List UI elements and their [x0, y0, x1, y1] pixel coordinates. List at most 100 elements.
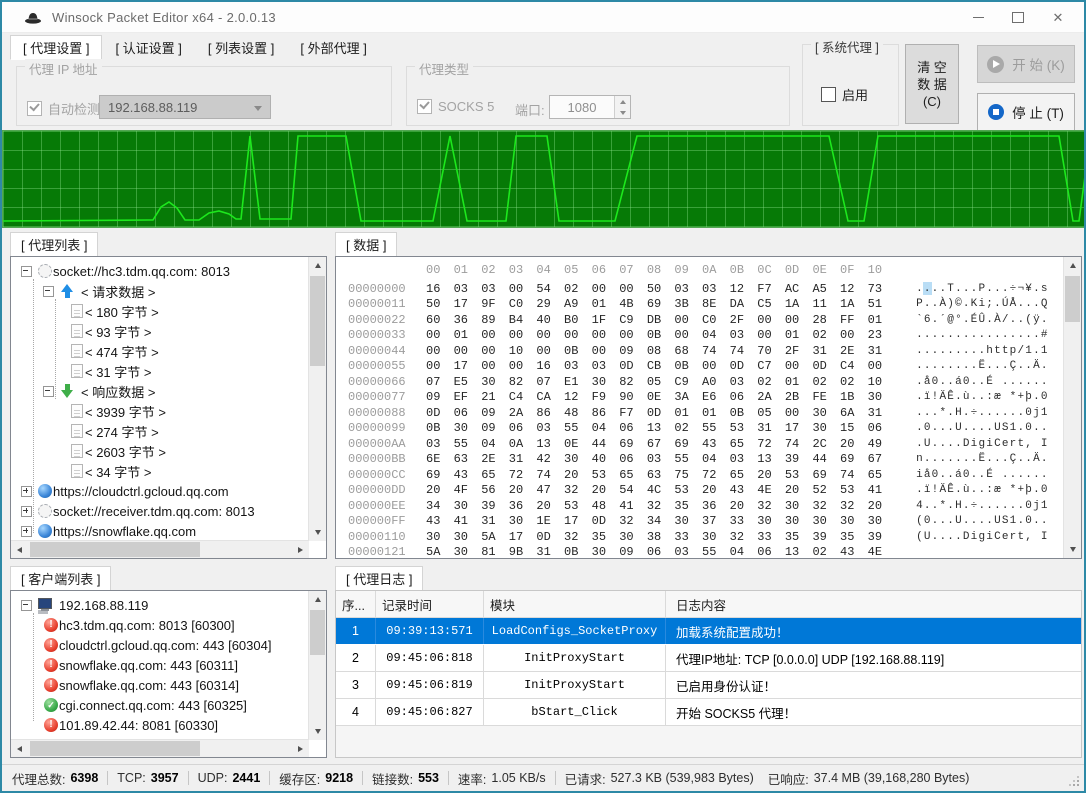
tree-item-packet[interactable]: < 180 字节 >: [13, 301, 307, 321]
tab-proxy-settings[interactable]: [ 代理设置 ]: [10, 35, 103, 60]
proxy-tree-vscrollbar[interactable]: [308, 257, 326, 541]
proxy-tree-hscrollbar[interactable]: [11, 540, 309, 558]
checkbox-icon: [821, 87, 836, 102]
scroll-up-icon[interactable]: [309, 591, 326, 608]
hex-row[interactable]: 00000077 09 EF 21 C4 CA 12 F9 90 0E 3A E6…: [336, 390, 1063, 406]
tree-item-packet[interactable]: < 2603 字节 >: [13, 441, 307, 461]
hex-row[interactable]: 00000055 00 17 00 00 16 03 03 0D CB 0B 00…: [336, 359, 1063, 375]
tree-item-cloudctrl[interactable]: https://cloudctrl.gcloud.qq.com: [13, 481, 307, 501]
tree-item-snowflake[interactable]: https://snowflake.qq.com: [13, 521, 307, 539]
expand-icon[interactable]: [21, 525, 32, 537]
status-rate: 速率: 1.05 KB/s: [457, 771, 546, 787]
minimize-button[interactable]: [958, 2, 998, 32]
client-tree-hscrollbar[interactable]: [11, 739, 309, 757]
tree-item-connection[interactable]: ! 101.89.42.44: 8081 [60330]: [13, 715, 307, 735]
tree-item-connection[interactable]: ✓ cgi.connect.qq.com: 443 [60325]: [13, 695, 307, 715]
resize-grip-icon[interactable]: [1077, 784, 1079, 786]
data-tab[interactable]: [ 数据 ]: [335, 232, 398, 256]
log-table: 序... 记录时间 模块 日志内容 1 09:39:13:571 LoadCon…: [336, 591, 1081, 757]
tree-item-connection[interactable]: ! cloudctrl.gcloud.qq.com: 443 [60304]: [13, 635, 307, 655]
scroll-up-icon[interactable]: [309, 257, 326, 274]
col-module[interactable]: 模块: [484, 591, 666, 617]
maximize-button[interactable]: [998, 2, 1038, 32]
hex-row[interactable]: 000000DD 20 4F 56 20 47 32 20 54 4C 53 20…: [336, 483, 1063, 499]
status-separator: [447, 771, 449, 785]
packet-icon: [71, 344, 83, 358]
tree-item-packet[interactable]: < 3939 字节 >: [13, 401, 307, 421]
expand-icon[interactable]: [21, 485, 32, 497]
hex-row[interactable]: 00000066 07 E5 30 82 07 E1 30 82 05 C9 A0…: [336, 374, 1063, 390]
hex-row[interactable]: 00000011 50 17 9F C0 29 A9 01 4B 69 3B 8E…: [336, 297, 1063, 313]
close-button[interactable]: ✕: [1038, 2, 1078, 32]
tree-item-packet[interactable]: < 93 字节 >: [13, 321, 307, 341]
stop-button[interactable]: 停 止 (T): [977, 93, 1075, 131]
tree-item-socket-hc3[interactable]: socket://hc3.tdm.qq.com: 8013: [13, 261, 307, 281]
tree-item-client-root[interactable]: 192.168.88.119: [13, 595, 307, 615]
hex-row[interactable]: 000000BB 6E 63 2E 31 42 30 40 06 03 55 04…: [336, 452, 1063, 468]
hex-row[interactable]: 00000000 16 03 03 00 54 02 00 00 50 03 03…: [336, 281, 1063, 297]
tree-item-response-data[interactable]: < 响应数据 >: [13, 381, 307, 401]
log-row[interactable]: 3 09:45:06:819 InitProxyStart 已启用身份认证！: [336, 672, 1081, 699]
hex-row[interactable]: 00000044 00 00 00 10 00 0B 00 09 08 68 74…: [336, 343, 1063, 359]
log-row[interactable]: 2 09:45:06:818 InitProxyStart 代理IP地址: TC…: [336, 645, 1081, 672]
tab-auth-settings[interactable]: [ 认证设置 ]: [102, 35, 194, 60]
col-time[interactable]: 记录时间: [376, 591, 484, 617]
tab-external-proxy[interactable]: [ 外部代理 ]: [287, 35, 379, 60]
hex-row[interactable]: 000000EE 34 30 39 36 20 53 48 41 32 35 36…: [336, 498, 1063, 514]
scroll-left-icon[interactable]: [11, 740, 28, 757]
hex-viewer[interactable]: 00 01 02 03 04 05 06 07 08 09 0A 0B 0C 0…: [336, 257, 1063, 558]
settings-tab-strip: [ 代理设置 ] [ 认证设置 ] [ 列表设置 ] [ 外部代理 ]: [10, 35, 380, 60]
proxy-ip-combobox: 192.168.88.119: [99, 95, 271, 119]
proxy-log-tab[interactable]: [ 代理日志 ]: [335, 566, 424, 590]
scroll-right-icon[interactable]: [292, 740, 309, 757]
hex-row[interactable]: 00000121 5A 30 81 9B 31 0B 30 09 06 03 55…: [336, 545, 1063, 558]
hex-row[interactable]: 000000CC 69 43 65 72 74 20 53 65 63 75 72…: [336, 467, 1063, 483]
system-proxy-enable-checkbox[interactable]: 启用: [821, 85, 868, 104]
collapse-icon[interactable]: [43, 385, 54, 397]
tree-item-packet[interactable]: < 31 字节 >: [13, 361, 307, 381]
client-tree-vscrollbar[interactable]: [308, 591, 326, 740]
collapse-icon[interactable]: [21, 265, 32, 277]
proxy-log-box: 序... 记录时间 模块 日志内容 1 09:39:13:571 LoadCon…: [335, 590, 1082, 758]
tab-list-settings[interactable]: [ 列表设置 ]: [195, 35, 287, 60]
hex-row[interactable]: 00000110 30 30 5A 17 0D 32 35 30 38 33 30…: [336, 529, 1063, 545]
tree-item-receiver[interactable]: socket://receiver.tdm.qq.com: 8013: [13, 501, 307, 521]
log-row[interactable]: 1 09:39:13:571 LoadConfigs_SocketProxy 加…: [336, 618, 1081, 645]
scroll-down-icon[interactable]: [1064, 541, 1081, 558]
collapse-icon[interactable]: [21, 599, 32, 611]
title-bar: Winsock Packet Editor x64 - 2.0.0.13 ✕: [2, 2, 1084, 33]
hex-row[interactable]: 00000088 0D 06 09 2A 86 48 86 F7 0D 01 01…: [336, 405, 1063, 421]
hex-row[interactable]: 00000099 0B 30 09 06 03 55 04 06 13 02 55…: [336, 421, 1063, 437]
tree-item-packet[interactable]: < 34 字节 >: [13, 461, 307, 481]
computer-icon: [37, 597, 53, 613]
collapse-icon[interactable]: [43, 285, 54, 297]
hex-vscrollbar[interactable]: [1063, 257, 1081, 558]
scroll-left-icon[interactable]: [11, 541, 28, 558]
tree-item-connection[interactable]: ! snowflake.qq.com: 443 [60314]: [13, 675, 307, 695]
port-value: 1080: [567, 99, 597, 115]
clear-data-button[interactable]: 清 空 数 据 (C): [905, 44, 959, 124]
hex-row[interactable]: 00000033 00 01 00 00 00 00 00 00 0B 00 04…: [336, 328, 1063, 344]
expand-icon[interactable]: [21, 505, 32, 517]
scroll-down-icon[interactable]: [309, 524, 326, 541]
scroll-down-icon[interactable]: [309, 723, 326, 740]
proxy-ip-group: 代理 IP 地址 自动检测 192.168.88.119: [16, 59, 392, 126]
tree-item-packet[interactable]: < 274 字节 >: [13, 421, 307, 441]
client-list-tab[interactable]: [ 客户端列表 ]: [10, 566, 112, 590]
tree-item-packet[interactable]: < 474 字节 >: [13, 341, 307, 361]
proxy-type-group: 代理类型 SOCKS 5 端口: 1080: [406, 59, 790, 126]
hex-row[interactable]: 000000AA 03 55 04 0A 13 0E 44 69 67 69 43…: [336, 436, 1063, 452]
hex-row[interactable]: 00000022 60 36 89 B4 40 B0 1F C9 DB 00 C0…: [336, 312, 1063, 328]
scroll-right-icon[interactable]: [292, 541, 309, 558]
proxy-list-tab[interactable]: [ 代理列表 ]: [10, 232, 99, 256]
checkbox-icon: [27, 101, 42, 116]
start-button: 开 始 (K): [977, 45, 1075, 83]
hex-row[interactable]: 000000FF 43 41 31 30 1E 17 0D 32 34 30 37…: [336, 514, 1063, 530]
col-seq[interactable]: 序...: [336, 591, 376, 617]
tree-item-request-data[interactable]: < 请求数据 >: [13, 281, 307, 301]
tree-item-connection[interactable]: ! hc3.tdm.qq.com: 8013 [60300]: [13, 615, 307, 635]
tree-item-connection[interactable]: ! snowflake.qq.com: 443 [60311]: [13, 655, 307, 675]
scroll-up-icon[interactable]: [1064, 257, 1081, 274]
col-content[interactable]: 日志内容: [666, 591, 1081, 617]
log-row[interactable]: 4 09:45:06:827 bStart_Click 开始 SOCKS5 代理…: [336, 699, 1081, 726]
